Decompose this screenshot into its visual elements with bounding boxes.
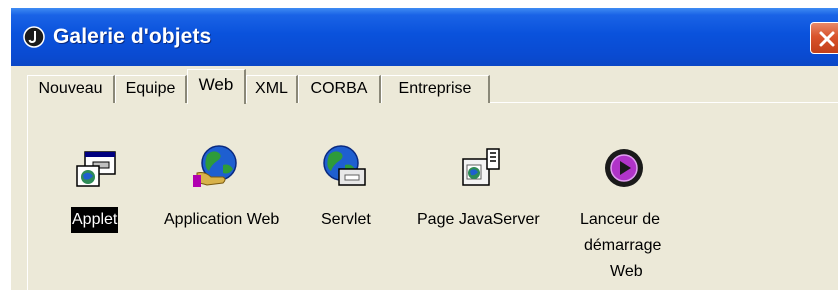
tab-web[interactable]: Web xyxy=(187,69,246,104)
tab-equipe[interactable]: Equipe xyxy=(115,75,187,103)
item-label-javaserver-page: Page JavaServer xyxy=(417,211,540,228)
gallery-item-web-start-launcher[interactable]: Lanceur de démarrage Web xyxy=(573,143,683,283)
panel-border xyxy=(27,103,28,290)
close-button[interactable] xyxy=(810,22,838,54)
gallery-item-javaserver-page[interactable]: Page JavaServer xyxy=(399,143,564,233)
item-label-web-start-line1: Lanceur de xyxy=(580,211,661,228)
web-start-launcher-icon xyxy=(605,149,643,187)
tab-nouveau[interactable]: Nouveau xyxy=(27,75,115,103)
javaserver-page-icon xyxy=(462,148,500,186)
tab-xml[interactable]: XML xyxy=(246,75,298,103)
close-icon xyxy=(819,31,835,47)
gallery-item-servlet[interactable]: Servlet xyxy=(311,143,391,233)
item-label-web-application: Application Web xyxy=(164,211,280,228)
applet-icon xyxy=(76,151,116,187)
gallery-item-web-application[interactable]: Application Web xyxy=(148,143,288,233)
tab-corba[interactable]: CORBA xyxy=(298,75,381,103)
item-label-web-start-line3: Web xyxy=(610,263,643,280)
app-icon xyxy=(23,26,45,48)
title-bar[interactable]: Galerie d'objets xyxy=(11,8,838,66)
object-gallery-window: Galerie d'objets Nouveau Equipe Web XML … xyxy=(11,8,838,290)
window-title: Galerie d'objets xyxy=(53,25,212,48)
web-application-icon xyxy=(193,145,237,187)
item-label-servlet: Servlet xyxy=(321,211,371,228)
item-label-applet: Applet xyxy=(71,207,119,233)
tab-entreprise[interactable]: Entreprise xyxy=(381,75,490,103)
item-label-web-start-line2: démarrage xyxy=(584,237,662,254)
servlet-icon xyxy=(323,145,366,186)
gallery-item-applet[interactable]: Applet xyxy=(61,143,141,233)
